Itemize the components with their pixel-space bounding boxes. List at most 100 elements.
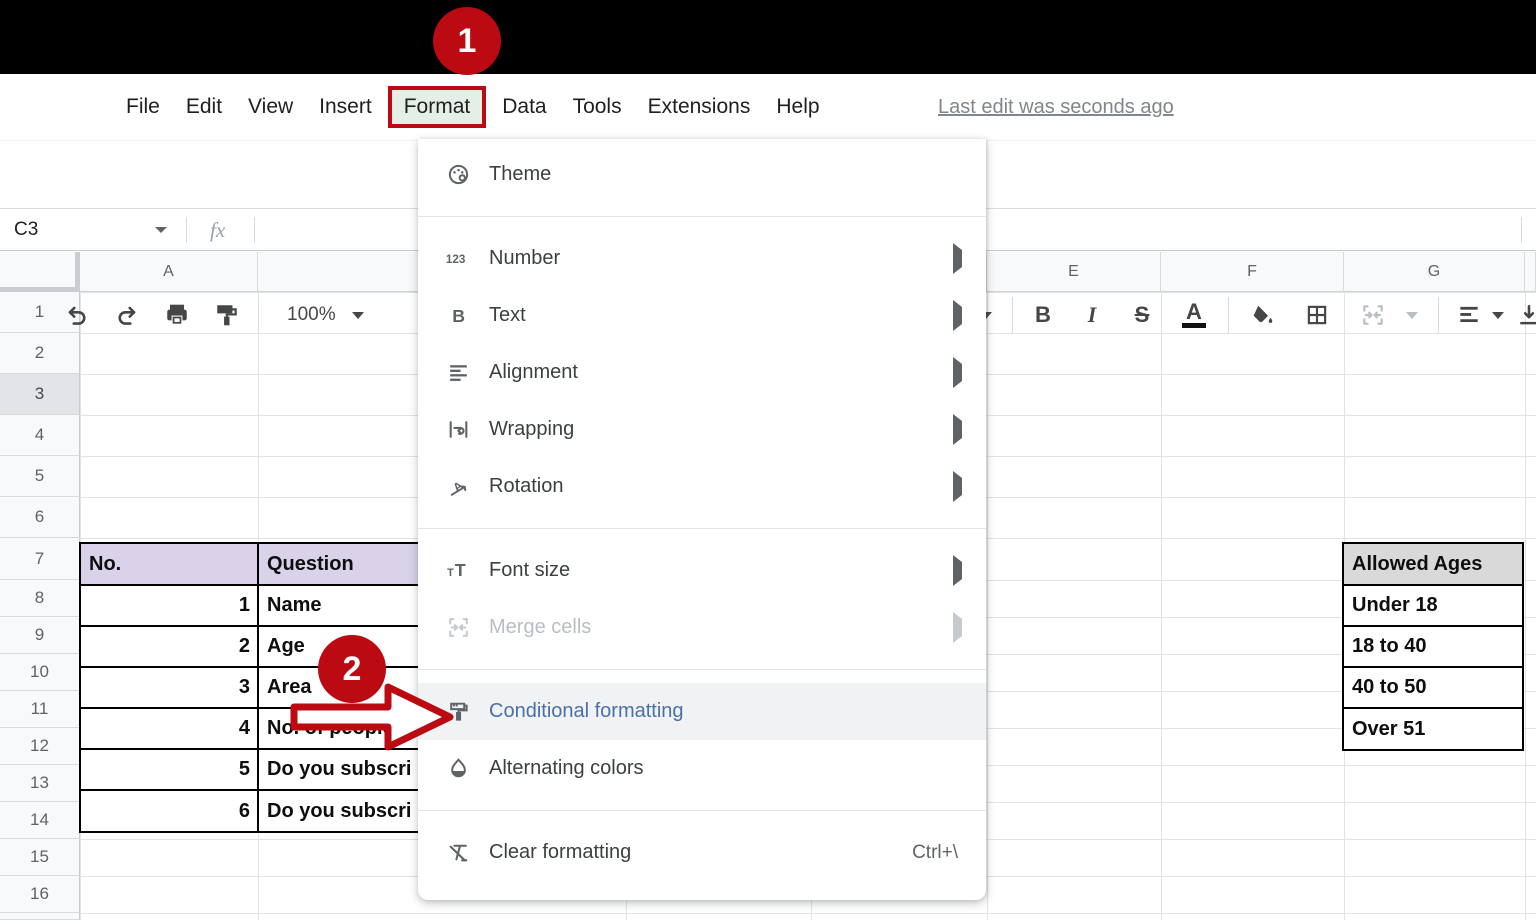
select-all-corner[interactable] <box>0 252 80 292</box>
row-header-5[interactable]: 5 <box>0 456 80 497</box>
cell-a5[interactable]: 4 <box>81 709 257 748</box>
menu-item-rotation[interactable]: ARotation <box>418 458 986 515</box>
submenu-arrow-icon <box>953 478 962 496</box>
column-header-g[interactable]: G <box>1344 252 1525 292</box>
horizontal-align-icon[interactable] <box>1452 298 1486 332</box>
menu-item-alternating-colors[interactable]: Alternating colors <box>418 740 986 797</box>
menubar-item-view[interactable]: View <box>248 95 293 119</box>
row-header-6[interactable]: 6 <box>0 497 80 538</box>
row-header-12[interactable]: 12 <box>0 728 80 765</box>
toolbar-divider <box>258 297 259 333</box>
row-header-10[interactable]: 10 <box>0 654 80 691</box>
menubar-item-edit[interactable]: Edit <box>186 95 222 119</box>
menubar-item-file[interactable]: File <box>126 95 160 119</box>
column-header-e[interactable]: E <box>987 252 1161 292</box>
menu-item-merge-cells[interactable]: Merge cells <box>418 599 986 656</box>
bold-b-icon: B <box>445 302 472 329</box>
ages-table: Allowed AgesUnder 1818 to 4040 to 50Over… <box>1342 542 1524 751</box>
menu-item-wrapping[interactable]: Wrapping <box>418 401 986 458</box>
paint-format-icon[interactable] <box>210 298 244 332</box>
number-123-icon: 123 <box>445 245 472 272</box>
menubar-item-data[interactable]: Data <box>502 95 546 119</box>
menu-item-shortcut: Ctrl+\ <box>912 842 958 864</box>
svg-text:T: T <box>455 560 466 580</box>
row-header-3[interactable]: 3 <box>0 374 80 415</box>
italic-button[interactable]: I <box>1075 298 1109 332</box>
fill-color-icon[interactable] <box>1245 298 1279 332</box>
text-rotation-icon: A <box>445 473 472 500</box>
gridline <box>1525 292 1526 920</box>
undo-icon[interactable] <box>60 298 94 332</box>
merge-cells-toolbar-icon[interactable] <box>1356 298 1390 332</box>
row-header-16[interactable]: 16 <box>0 876 80 913</box>
cell-g4[interactable]: 40 to 50 <box>1344 668 1522 707</box>
menubar-item-insert[interactable]: Insert <box>319 95 372 119</box>
row-header-14[interactable]: 14 <box>0 802 80 839</box>
menu-item-clear-formatting[interactable]: Clear formattingCtrl+\ <box>418 824 986 881</box>
menu-item-label: Text <box>489 304 526 327</box>
bold-button[interactable]: B <box>1026 298 1060 332</box>
menubar-item-extensions[interactable]: Extensions <box>648 95 751 119</box>
row-header-9[interactable]: 9 <box>0 617 80 654</box>
font-size-icon: TT <box>445 557 472 584</box>
menu-divider <box>418 669 986 670</box>
zoom-caret-icon[interactable] <box>352 312 364 319</box>
cell-a2[interactable]: 1 <box>81 586 257 625</box>
menu-item-label: Font size <box>489 559 570 582</box>
row-header-4[interactable]: 4 <box>0 415 80 456</box>
merge-caret-icon[interactable] <box>1406 312 1418 319</box>
cell-g3[interactable]: 18 to 40 <box>1344 627 1522 666</box>
row-header-7[interactable]: 7 <box>0 538 80 580</box>
row-header-11[interactable]: 11 <box>0 691 80 728</box>
formula-bar-divider <box>254 217 255 243</box>
toolbar-divider <box>1012 297 1013 333</box>
svg-text:T: T <box>447 567 454 579</box>
cell-g5[interactable]: Over 51 <box>1344 709 1522 749</box>
cell-a6[interactable]: 5 <box>81 750 257 789</box>
menu-item-alignment[interactable]: Alignment <box>418 344 986 401</box>
row-header-13[interactable]: 13 <box>0 765 80 802</box>
vertical-align-icon[interactable] <box>1512 298 1536 332</box>
column-header-a[interactable]: A <box>80 252 258 292</box>
borders-icon[interactable] <box>1300 298 1334 332</box>
cell-a7[interactable]: 6 <box>81 791 257 831</box>
fx-icon: fx <box>210 210 225 250</box>
row-header-2[interactable]: 2 <box>0 333 80 374</box>
menu-item-conditional-formatting[interactable]: Conditional formatting <box>418 683 986 740</box>
menu-item-label: Alternating colors <box>489 757 644 780</box>
formula-bar-divider <box>1521 217 1522 243</box>
google-sheets-app: AEFG12345678910111213141516No.Question1N… <box>0 0 1536 920</box>
name-box-caret-icon[interactable] <box>155 227 167 233</box>
submenu-arrow-icon <box>953 364 962 382</box>
print-icon[interactable] <box>160 298 194 332</box>
menu-item-text[interactable]: B Text <box>418 287 986 344</box>
menu-item-font-size[interactable]: TT Font size <box>418 542 986 599</box>
menubar-item-help[interactable]: Help <box>776 95 819 119</box>
name-box[interactable]: C3 <box>14 210 38 250</box>
row-header-partial[interactable] <box>0 913 80 920</box>
row-header-8[interactable]: 8 <box>0 580 80 617</box>
cell-g2[interactable]: Under 18 <box>1344 586 1522 625</box>
menu-divider <box>418 528 986 529</box>
text-color-button[interactable]: A <box>1177 298 1211 332</box>
menu-item-label: Number <box>489 247 560 270</box>
column-header-f[interactable]: F <box>1161 252 1344 292</box>
menu-item-number[interactable]: 123 Number <box>418 230 986 287</box>
align-caret-icon[interactable] <box>1492 312 1504 319</box>
row-header-15[interactable]: 15 <box>0 839 80 876</box>
last-edit-link[interactable]: Last edit was seconds ago <box>938 74 1174 140</box>
menubar-item-tools[interactable]: Tools <box>573 95 622 119</box>
zoom-select[interactable]: 100% <box>287 298 336 332</box>
cell-a3[interactable]: 2 <box>81 627 257 666</box>
column-header-h[interactable] <box>1525 252 1536 292</box>
submenu-arrow-icon <box>953 307 962 325</box>
cell-a4[interactable]: 3 <box>81 668 257 707</box>
menu-item-theme[interactable]: Theme <box>418 146 986 203</box>
menubar-item-format[interactable]: Format <box>388 86 487 128</box>
cell-g1[interactable]: Allowed Ages <box>1344 544 1522 584</box>
svg-text:123: 123 <box>446 253 466 266</box>
menu-item-label: Wrapping <box>489 418 574 441</box>
strikethrough-button[interactable]: S <box>1125 298 1159 332</box>
redo-icon[interactable] <box>110 298 144 332</box>
cell-a1[interactable]: No. <box>81 544 257 584</box>
